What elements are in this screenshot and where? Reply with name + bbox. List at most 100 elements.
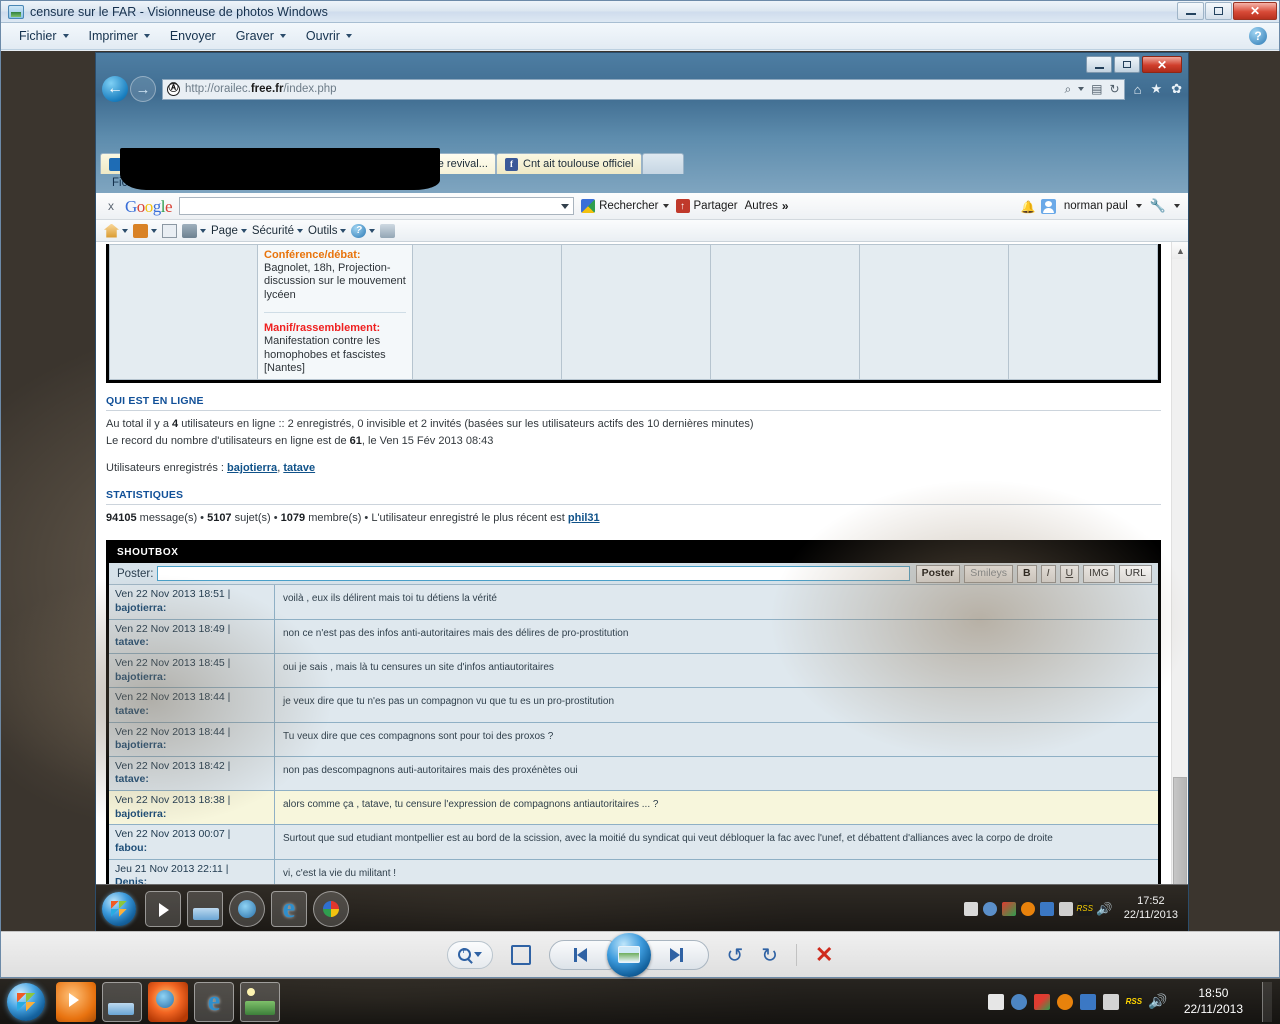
zoom-button[interactable] [446,940,493,969]
zoom-level[interactable]: 100% [1144,918,1171,930]
command-compat-button[interactable] [380,223,396,238]
rss-icon[interactable]: RSS [1126,993,1142,1010]
menu-fichier[interactable]: Fichier [9,26,79,46]
minimize-button[interactable] [1177,2,1204,20]
ie-menu-help[interactable]: ? [377,177,383,189]
shoutbox-message-user[interactable]: tatave: [115,636,149,648]
close-toolbar-icon[interactable]: x [104,199,118,213]
command-page-menu[interactable]: Page [211,225,247,237]
google-search-input[interactable] [179,197,575,215]
windows-media-player-icon[interactable] [145,890,181,927]
action-center-icon[interactable] [1039,901,1054,916]
rss-icon[interactable]: RSS [1077,901,1093,916]
menu-ouvrir[interactable]: Ouvrir [296,26,362,46]
refresh-icon[interactable]: ↻ [1110,82,1120,96]
skype-icon[interactable] [1001,901,1016,916]
internet-explorer-icon[interactable]: e [271,890,307,927]
command-home-button[interactable] [104,223,128,238]
shoutbox-message-user[interactable]: tatave: [115,773,149,785]
shoutbox-smileys-button[interactable]: Smileys [964,565,1014,583]
show-desktop-button[interactable] [1262,981,1272,1022]
command-securite-menu[interactable]: Sécurité [252,225,304,237]
chevron-down-icon[interactable] [1078,87,1085,91]
shoutbox-poster-button[interactable]: Poster [915,565,961,583]
menu-graver[interactable]: Graver [226,26,296,46]
menu-envoyer[interactable]: Envoyer [160,26,226,46]
home-icon[interactable]: ⌂ [1134,82,1142,97]
bell-icon[interactable]: 🔔 [1021,200,1036,214]
shoutbox-url-button[interactable]: URL [1118,565,1152,583]
shoutbox-message-user[interactable]: Denis: [115,876,147,888]
firefox-icon[interactable] [229,890,265,927]
shoutbox-underline-button[interactable]: U [1059,565,1080,583]
help-icon[interactable]: ? [1249,27,1267,45]
chevron-down-icon[interactable] [1176,921,1182,926]
chevron-down-icon[interactable] [1135,204,1142,208]
avatar[interactable] [1040,198,1056,214]
ie-menu-outils[interactable]: Outils [331,177,360,189]
ie-minimize-button[interactable] [1086,56,1112,73]
user-link-tatave[interactable]: tatave [283,462,315,474]
ie-menu-favoris[interactable]: Favoris [277,177,315,189]
internet-explorer-icon[interactable]: e [194,981,234,1022]
command-print-button[interactable] [182,223,206,238]
google-rechercher-button[interactable]: Rechercher [581,199,669,213]
network-error-icon[interactable] [987,993,1004,1010]
close-button[interactable]: ✕ [1233,2,1277,20]
command-outils-menu[interactable]: Outils [308,225,347,237]
taskbar-clock[interactable]: 18:50 22/11/2013 [1172,986,1253,1017]
volume-icon[interactable]: 🔊 [1096,902,1111,916]
command-help-button[interactable]: ? [351,223,376,238]
start-orb[interactable] [7,982,45,1021]
tab-cnt-ait-toulouse[interactable]: f Cnt ait toulouse officiel [496,153,643,174]
account-name[interactable]: norman paul [1064,200,1128,212]
new-tab-button[interactable] [642,153,685,174]
skype-icon[interactable] [1033,993,1050,1010]
inner-taskbar-clock[interactable]: 17:52 22/11/2013 [1116,895,1178,923]
start-orb[interactable] [102,891,136,926]
display-icon[interactable] [1058,901,1073,916]
shoutbox-input[interactable] [157,566,910,582]
disc-icon[interactable] [1010,993,1027,1010]
page-vertical-scrollbar[interactable]: ▲ ▼ [1171,242,1188,914]
command-feeds-button[interactable] [133,223,157,238]
address-bar[interactable]: Ⓐ http://orailec.free.fr/index.php ⌕ ▤ ↻ [162,78,1125,100]
display-icon[interactable] [1102,993,1119,1010]
volume-icon[interactable]: 🔊 [1148,993,1165,1010]
tab-prostitution[interactable]: e Prostitution - Non à la pénalisa... [136,153,316,174]
chevron-down-icon[interactable] [1174,204,1180,208]
paint-icon[interactable] [313,890,349,927]
fit-to-window-button[interactable] [510,944,531,965]
settings-gear-icon[interactable]: ✿ [1171,81,1182,97]
menu-imprimer[interactable]: Imprimer [79,26,160,46]
command-mail-button[interactable] [162,223,177,238]
search-icon[interactable]: ⌕ [1064,82,1071,97]
zoom-icon[interactable]: ⊕ [1130,917,1139,930]
update-error-icon[interactable] [1020,901,1035,916]
firefox-icon[interactable] [148,981,188,1022]
network-error-icon[interactable] [963,901,978,916]
shoutbox-message-user[interactable]: fabou: [115,842,147,854]
user-link-bajotierra[interactable]: bajotierra [227,462,277,474]
chevron-down-icon[interactable] [561,203,570,209]
delete-button[interactable]: ✕ [815,942,833,968]
update-error-icon[interactable] [1056,993,1073,1010]
photo-viewer-icon[interactable] [240,981,280,1022]
scroll-down-arrow-icon[interactable]: ▼ [1172,897,1188,914]
newest-member-link[interactable]: phil31 [568,512,600,524]
play-slideshow-button[interactable] [606,932,651,977]
ie-maximize-button[interactable] [1114,56,1140,73]
shoutbox-italic-button[interactable]: I [1040,565,1056,583]
shoutbox-bold-button[interactable]: B [1017,565,1037,583]
back-button[interactable]: ← [102,76,128,102]
shoutbox-message-user[interactable]: bajotierra: [115,739,166,751]
windows-explorer-icon[interactable] [102,981,142,1022]
scroll-up-arrow-icon[interactable]: ▲ [1172,242,1188,259]
previous-button[interactable] [548,939,613,970]
action-center-icon[interactable] [1079,993,1096,1010]
maximize-button[interactable] [1205,2,1232,20]
ie-menu-edition[interactable]: Edition [163,177,198,189]
shoutbox-img-button[interactable]: IMG [1083,565,1115,583]
google-autres-button[interactable]: Autres » [745,199,789,213]
forward-button[interactable]: → [130,76,156,102]
